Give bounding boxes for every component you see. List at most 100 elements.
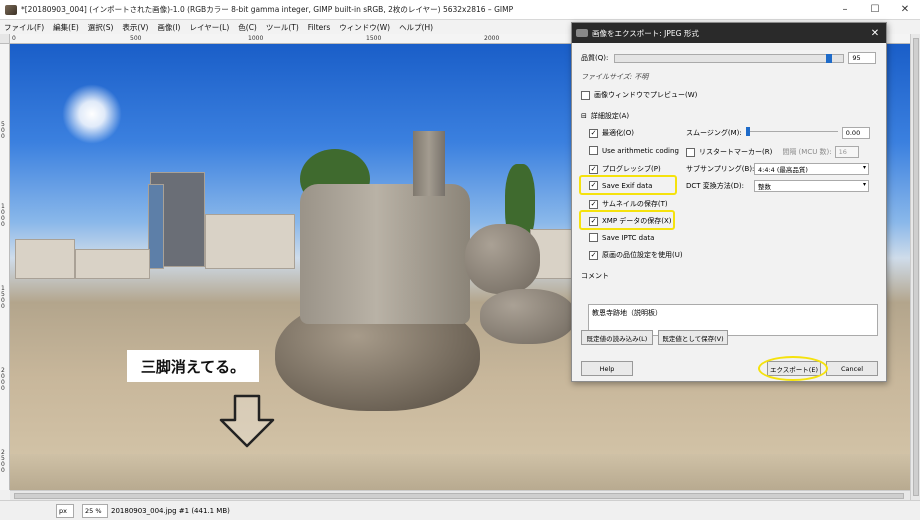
ruler-tick: 0 [12,35,16,42]
dialog-close-button[interactable]: ✕ [864,28,886,39]
arithmetic-coding-checkbox[interactable] [589,146,598,155]
gimp-app-icon [5,4,17,15]
menu-select[interactable]: 選択(S) [88,22,114,33]
ruler-tick: 1500 [366,35,382,42]
optimize-label: 最適化(O) [602,129,634,137]
exif-highlight-box [579,175,677,195]
window-title: *[20180903_004] (インポートされた画像)-1.0 (RGBカラー… [21,5,514,14]
ruler-tick: 2500 [1,449,5,474]
ruler-tick: 500 [130,35,142,42]
dialog-titlebar: 画像をエクスポート: JPEG 形式 ✕ [572,23,886,43]
advanced-expander[interactable]: 詳細設定(A) [591,111,629,121]
dct-label: DCT 変換方法(D): [686,182,744,190]
menu-colors[interactable]: 色(C) [238,22,257,33]
unit-select[interactable]: px [56,503,74,518]
menu-tools[interactable]: ツール(T) [266,22,299,33]
quality-spinbox[interactable]: 95 [848,52,877,64]
subsampling-value: 4:4:4 (最高品質) [758,166,808,174]
house [15,239,75,279]
window-controls: – ☐ ✕ [830,0,920,20]
iptc-label: Save IPTC data [602,233,655,242]
dct-select[interactable]: 整数 ▾ [754,180,869,192]
menu-filters[interactable]: Filters [308,23,330,32]
file-info: 20180903_004.jpg #1 (441.1 MB) [111,506,230,515]
gimp-eye-icon [576,29,588,37]
ground [10,454,910,490]
minimize-button[interactable]: – [830,0,860,20]
dct-value: 整数 [758,183,771,191]
window-titlebar: *[20180903_004] (インポートされた画像)-1.0 (RGBカラー… [0,0,920,20]
preview-checkbox[interactable] [581,90,590,100]
scroll-thumb[interactable] [913,38,919,496]
close-window-button[interactable]: ✕ [890,0,920,20]
original-quality-label: 原画の品位設定を使用(U) [602,251,683,259]
ruler-tick: 1000 [248,35,264,42]
quality-slider[interactable] [614,53,845,63]
preview-label: 画像ウィンドウでプレビュー(W) [594,91,698,99]
export-highlight-oval [758,356,828,381]
sun-glare [62,84,122,144]
menu-image[interactable]: 画像(I) [157,22,180,33]
slider-knob[interactable] [826,53,833,63]
scroll-thumb[interactable] [14,493,904,499]
file-size-label: ファイルサイズ: 不明 [581,73,649,81]
menu-file[interactable]: ファイル(F) [4,22,44,33]
cancel-button[interactable]: Cancel [826,361,878,376]
smoothing-slider[interactable] [745,126,838,136]
ruler-tick: 500 [1,121,5,140]
save-defaults-button[interactable]: 既定値として保存(V) [658,330,728,345]
menu-layer[interactable]: レイヤー(L) [189,22,229,33]
help-button[interactable]: Help [581,361,633,376]
dialog-title: 画像をエクスポート: JPEG 形式 [592,28,699,38]
original-quality-checkbox[interactable]: ✓ [589,250,598,260]
export-jpeg-dialog: 画像をエクスポート: JPEG 形式 ✕ 品質(Q): 95 ファイルサイズ: … [571,22,887,382]
quality-label: 品質(Q): [581,54,609,62]
collapse-minus-icon[interactable]: ⊟ [581,112,587,120]
house [205,214,295,269]
restart-label: リスタートマーカー(R) [699,148,773,156]
vertical-scrollbar[interactable] [910,34,920,500]
horizontal-scrollbar[interactable] [10,490,910,500]
progressive-checkbox[interactable]: ✓ [589,164,598,174]
interval-label: 間隔 (MCU 数): [782,148,832,156]
thumbnail-label: サムネイルの保存(T) [602,200,668,208]
ruler-tick: 2000 [484,35,500,42]
subsampling-select[interactable]: 4:4:4 (最高品質) ▾ [754,163,869,175]
down-arrow-icon [219,394,275,448]
rock [480,289,575,344]
annotation-caption: 三脚消えてる。 [127,350,259,382]
ruler-tick: 1000 [1,203,5,228]
load-defaults-button[interactable]: 既定値の読み込み(L) [581,330,653,345]
menu-windows[interactable]: ウィンドウ(W) [339,22,390,33]
restart-markers-checkbox[interactable] [686,147,695,157]
vertical-ruler: 500 1000 1500 2000 2500 [0,44,10,490]
status-bar: px 25 % 20180903_004.jpg #1 (441.1 MB) [0,500,920,520]
memorial-stone [300,184,470,324]
zoom-select[interactable]: 25 % [82,503,108,518]
chevron-down-icon: ▾ [862,181,866,188]
quick-mask-toggle[interactable] [0,34,10,44]
arithmetic-label: Use arithmetic coding [602,146,679,155]
xmp-highlight-box [579,210,675,230]
chevron-down-icon: ▾ [862,164,866,171]
menu-help[interactable]: ヘルプ(H) [399,22,433,33]
comment-label: コメント [581,272,609,280]
smoothing-label: スムージング(M): [686,129,742,137]
interval-spinbox[interactable]: 16 [834,146,859,158]
progressive-label: プログレッシブ(P) [602,165,661,173]
menu-view[interactable]: 表示(V) [122,22,148,33]
ruler-tick: 2000 [1,367,5,392]
rock [465,224,540,294]
optimize-checkbox[interactable]: ✓ [589,128,598,138]
save-thumbnail-checkbox[interactable]: ✓ [589,199,598,209]
ruler-tick: 1500 [1,285,5,310]
subsampling-label: サブサンプリング(B): [686,165,755,173]
slider-knob[interactable] [745,126,750,136]
menu-edit[interactable]: 編集(E) [53,22,79,33]
apartment-building [148,184,164,269]
save-iptc-checkbox[interactable] [589,233,598,242]
house [75,249,150,279]
maximize-button[interactable]: ☐ [860,0,890,20]
stone-pillar [413,131,445,196]
smoothing-spinbox[interactable]: 0.00 [841,127,870,139]
